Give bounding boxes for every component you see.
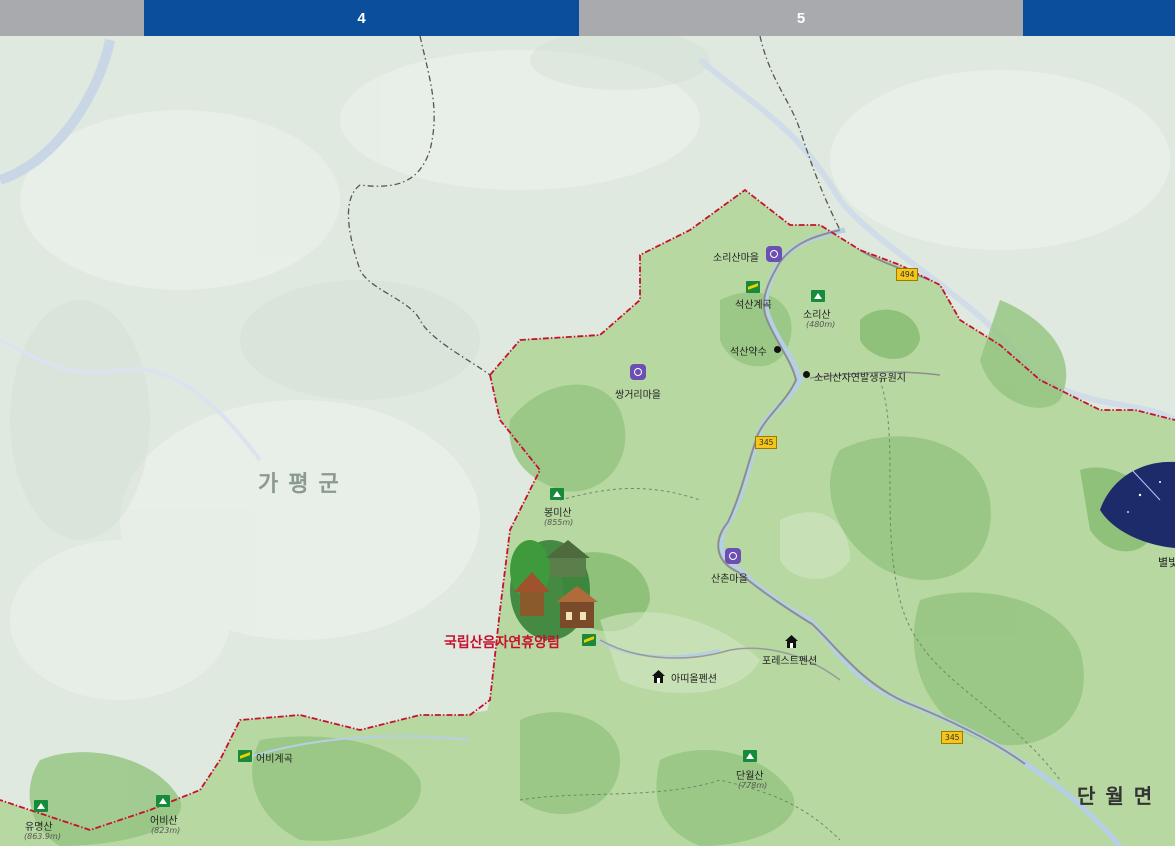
mountain-icon[interactable] [811,290,825,302]
peak-yumyeongsan-elevation: (863.9m) [24,832,61,841]
mountain-icon[interactable] [34,800,48,812]
road-494-shield[interactable]: 494 [896,268,919,281]
point-seoksan-spring-label[interactable]: 석산약수 [730,343,767,358]
resort-dot-icon[interactable] [803,371,810,378]
peak-eobisan-elevation: (823m) [151,826,181,835]
lodging-atti-pension-label[interactable]: 아띠올펜션 [671,670,717,685]
top-bar-blue-right [1023,0,1175,36]
page-number-4[interactable]: 4 [144,0,579,36]
recreation-forest-illustration [510,540,598,640]
village-sori-label[interactable]: 소리산마을 [713,249,759,264]
pension-house-icon[interactable] [652,670,665,683]
page-number-4-label: 4 [357,9,366,27]
recreation-forest-icon[interactable] [582,634,596,646]
page-number-5-label: 5 [796,9,806,27]
inset-partial-label: 별빛 [1158,556,1175,569]
valley-icon[interactable] [238,750,252,762]
valley-icon[interactable] [746,281,760,293]
peak-bongmisan-label[interactable]: 봉미산 [544,504,572,519]
peak-danwolsan-elevation: (778m) [738,781,768,790]
peak-bongmisan-elevation: (855m) [544,518,574,527]
peak-danwolsan-label[interactable]: 단월산 [736,767,764,782]
peak-eobisan-label[interactable]: 어비산 [150,812,178,827]
road-345-shield-south[interactable]: 345 [941,731,964,744]
valley-seoksan-label[interactable]: 석산계곡 [735,296,772,311]
village-ssanggeori-label[interactable]: 쌍거리마을 [615,386,661,401]
region-danwol: 단월면 [1077,784,1163,808]
mountain-icon[interactable] [550,488,564,500]
peak-sorisan-elevation: (480m) [806,320,836,329]
village-icon[interactable] [725,548,741,564]
map-canvas[interactable] [0,0,1175,846]
mountain-icon[interactable] [156,795,170,807]
village-icon[interactable] [766,246,782,262]
peak-yumyeongsan-label[interactable]: 유명산 [25,818,53,833]
region-gapyeong: 가평군 [258,472,349,497]
village-sanchon-label[interactable]: 산촌마을 [711,570,748,585]
village-icon[interactable] [630,364,646,380]
page-number-5[interactable]: 5 [579,0,1023,36]
lodging-forest-pension-label[interactable]: 포레스트펜션 [762,652,817,667]
spring-dot-icon[interactable] [774,346,781,353]
road-345-shield[interactable]: 345 [755,436,778,449]
peak-sorisan-label[interactable]: 소리산 [803,306,831,321]
top-bar-gray-left [0,0,144,36]
valley-eobi-label[interactable]: 어비계곡 [256,750,293,765]
pension-house-icon[interactable] [785,635,798,648]
mountain-icon[interactable] [743,750,757,762]
point-sori-resort-label[interactable]: 소리산자연발생유원지 [814,369,906,384]
feature-recreation-forest-label[interactable]: 국립산음자연휴양림 [444,632,560,652]
